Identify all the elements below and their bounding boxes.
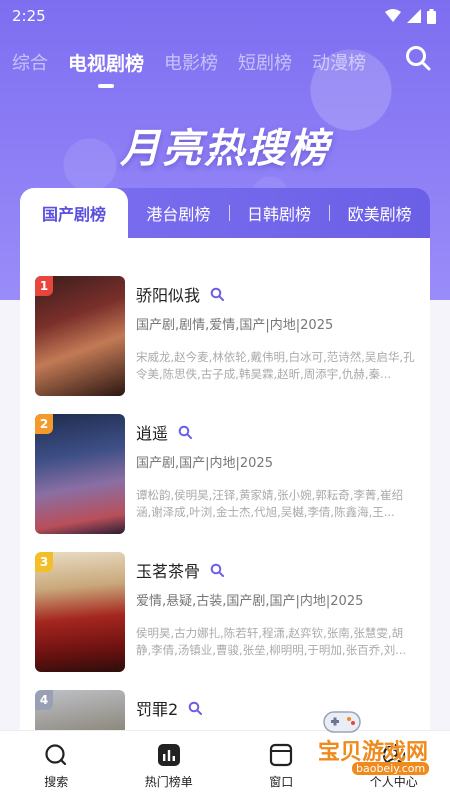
battery-icon — [427, 8, 436, 24]
gamepad-icon — [323, 711, 361, 733]
rank-badge: 3 — [35, 552, 53, 572]
list-item[interactable]: 1 骄阳似我 国产剧,剧情,爱情,国产|内地|2025 宋威龙,赵今麦,林依轮,… — [20, 276, 430, 414]
status-icons — [385, 8, 436, 24]
tab-tv-chart[interactable]: 电视剧榜 — [68, 49, 144, 88]
nav-hot-charts[interactable]: 热门榜单 — [124, 743, 214, 790]
search-icon — [45, 744, 67, 766]
drama-title[interactable]: 逍遥 — [136, 420, 168, 444]
drama-tags: 国产剧,剧情,爱情,国产|内地|2025 — [136, 318, 334, 333]
status-bar: 2:25 — [0, 0, 450, 32]
poster-image[interactable]: 1 — [35, 276, 125, 396]
nav-label: 热门榜单 — [144, 775, 193, 789]
rank-badge: 2 — [35, 414, 53, 434]
site-watermark: 宝贝游戏网 baobeiy.com — [292, 704, 442, 786]
subtab-jp-kr[interactable]: 日韩剧榜 — [228, 188, 330, 238]
list-item[interactable]: 2 逍遥 国产剧,国产|内地|2025 谭松韵,侯明昊,汪铎,黄家婧,张小婉,郭… — [20, 414, 430, 552]
poster-image[interactable]: 3 — [35, 552, 125, 672]
sub-tabs: 国产剧榜 港台剧榜 日韩剧榜 欧美剧榜 — [20, 188, 430, 238]
search-icon[interactable] — [404, 44, 432, 72]
chart-icon — [157, 744, 180, 766]
search-icon[interactable] — [188, 701, 203, 715]
tab-movie-chart[interactable]: 电影榜 — [164, 49, 218, 75]
rank-badge: 4 — [35, 690, 53, 710]
status-time: 2:25 — [12, 7, 46, 25]
search-icon[interactable] — [210, 563, 225, 577]
drama-cast: 侯明昊,古力娜扎,陈若轩,程潇,赵弈钦,张南,张慧雯,胡静,李倩,汤镇业,曹骏,… — [136, 626, 407, 657]
list-item[interactable]: 3 玉茗茶骨 爱情,悬疑,古装,国产剧,国产|内地|2025 侯明昊,古力娜扎,… — [20, 552, 430, 690]
search-icon[interactable] — [178, 425, 193, 439]
drama-tags: 爱情,悬疑,古装,国产剧,国产|内地|2025 — [136, 594, 364, 609]
nav-label: 窗口 — [269, 775, 294, 789]
nav-label: 搜索 — [44, 775, 69, 789]
search-icon[interactable] — [210, 287, 225, 301]
hero-title: 月亮热搜榜 — [120, 126, 330, 172]
watermark-url: baobeiy.com — [352, 762, 430, 775]
drama-tags: 国产剧,国产|内地|2025 — [136, 456, 273, 471]
subtab-hk-tw[interactable]: 港台剧榜 — [128, 188, 229, 238]
tab-anime-chart[interactable]: 动漫榜 — [312, 49, 366, 75]
drama-title[interactable]: 玉茗茶骨 — [136, 558, 200, 582]
subtab-western[interactable]: 欧美剧榜 — [329, 188, 430, 238]
wifi-icon — [385, 9, 401, 22]
tab-short-drama-chart[interactable]: 短剧榜 — [238, 49, 292, 75]
drama-cast: 谭松韵,侯明昊,汪铎,黄家婧,张小婉,郭耘奇,李菁,崔绍涵,谢泽成,叶浏,金士杰… — [136, 488, 404, 519]
nav-search[interactable]: 搜索 — [11, 743, 101, 790]
drama-title[interactable]: 罚罪2 — [136, 696, 178, 720]
rank-badge: 1 — [35, 276, 53, 296]
drama-cast: 宋威龙,赵今麦,林依轮,戴伟明,白冰可,范诗然,吴启华,孔令美,陈思佚,古子成,… — [136, 350, 415, 381]
tab-all[interactable]: 综合 — [12, 49, 48, 75]
poster-image[interactable]: 2 — [35, 414, 125, 534]
signal-icon — [407, 9, 421, 23]
subtab-domestic[interactable]: 国产剧榜 — [20, 188, 128, 238]
top-tabs: 综合 电视剧榜 电影榜 短剧榜 动漫榜 — [0, 42, 450, 88]
drama-title[interactable]: 骄阳似我 — [136, 282, 200, 306]
window-icon — [270, 743, 293, 767]
